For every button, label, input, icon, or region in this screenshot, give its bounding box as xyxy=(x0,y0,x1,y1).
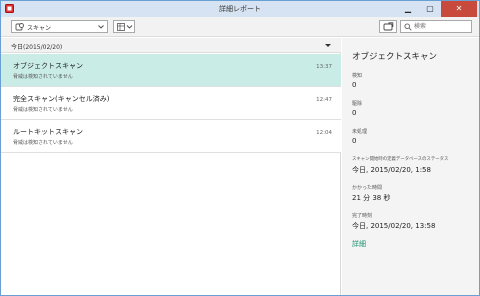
close-button[interactable]: ✕ xyxy=(441,1,477,17)
chevron-down-icon xyxy=(126,25,133,29)
search-input[interactable] xyxy=(414,22,469,31)
chevron-down-icon xyxy=(98,25,104,29)
removed-value: 0 xyxy=(352,109,357,117)
scan-list-pane: 今日(2015/02/20) オブジェクトスキャン 脅威は検知されていません 1… xyxy=(1,38,341,295)
duration-label: かかった時間 xyxy=(352,185,383,191)
scan-name: 完全スキャン(キャンセル済み) xyxy=(13,95,110,103)
window-controls: ▁ ▢ ✕ xyxy=(397,1,477,17)
scan-name: オブジェクトスキャン xyxy=(13,62,83,70)
report-icon xyxy=(383,22,394,31)
unprocessed-value: 0 xyxy=(352,137,357,145)
removed-label: 駆除 xyxy=(352,101,363,107)
date-group-header[interactable]: 今日(2015/02/20) xyxy=(1,38,341,53)
view-mode-select[interactable] xyxy=(113,20,135,33)
toolbar: スキャン xyxy=(1,17,479,37)
scan-time: 12:04 xyxy=(316,130,332,136)
details-link[interactable]: 詳細 xyxy=(352,239,366,249)
scan-icon xyxy=(15,23,24,31)
list-item[interactable]: オブジェクトスキャン 脅威は検知されていません 13:37 xyxy=(1,54,341,87)
db-status-label: スキャン開始時の定義データベースのステータス xyxy=(352,157,449,162)
maximize-button[interactable]: ▢ xyxy=(419,1,441,17)
unprocessed-label: 未処理 xyxy=(352,129,368,135)
detected-label: 検知 xyxy=(352,73,363,79)
scan-name: ルートキットスキャン xyxy=(13,128,83,136)
scan-time: 12:47 xyxy=(316,97,332,103)
scan-status: 脅威は検知されていません xyxy=(13,140,73,146)
collapse-chevron-icon[interactable] xyxy=(324,42,332,49)
export-report-button[interactable] xyxy=(379,20,397,33)
scan-type-select[interactable]: スキャン xyxy=(11,20,108,33)
completed-value: 今日, 2015/02/20, 13:58 xyxy=(352,222,436,230)
search-box[interactable] xyxy=(400,20,472,33)
title-bar: 詳細レポート ▁ ▢ ✕ xyxy=(1,1,479,17)
report-window: 詳細レポート ▁ ▢ ✕ スキャン 検索 今日(2015/02/20) オブジェ… xyxy=(0,0,480,296)
completed-label: 完了時刻 xyxy=(352,213,373,219)
scan-status: 脅威は検知されていません xyxy=(13,107,73,113)
scan-status: 脅威は検知されていません xyxy=(13,74,73,80)
list-item[interactable]: ルートキットスキャン 脅威は検知されていません 12:04 xyxy=(1,120,341,153)
scan-time: 13:37 xyxy=(316,64,332,70)
search-icon xyxy=(404,23,412,31)
detected-value: 0 xyxy=(352,81,357,89)
db-status-value: 今日, 2015/02/20, 1:58 xyxy=(352,166,431,174)
detail-pane: オブジェクトスキャン 検知 0 駆除 0 未処理 0 スキャン開始時の定義データ… xyxy=(342,38,479,295)
detail-title: オブジェクトスキャン xyxy=(352,52,438,62)
date-group-label: 今日(2015/02/20) xyxy=(11,44,63,51)
scan-type-label: スキャン xyxy=(27,25,52,32)
duration-value: 21 分 38 秒 xyxy=(352,194,391,202)
minimize-button[interactable]: ▁ xyxy=(397,1,419,17)
list-view-icon xyxy=(117,23,125,31)
list-item[interactable]: 完全スキャン(キャンセル済み) 脅威は検知されていません 12:47 xyxy=(1,87,341,120)
